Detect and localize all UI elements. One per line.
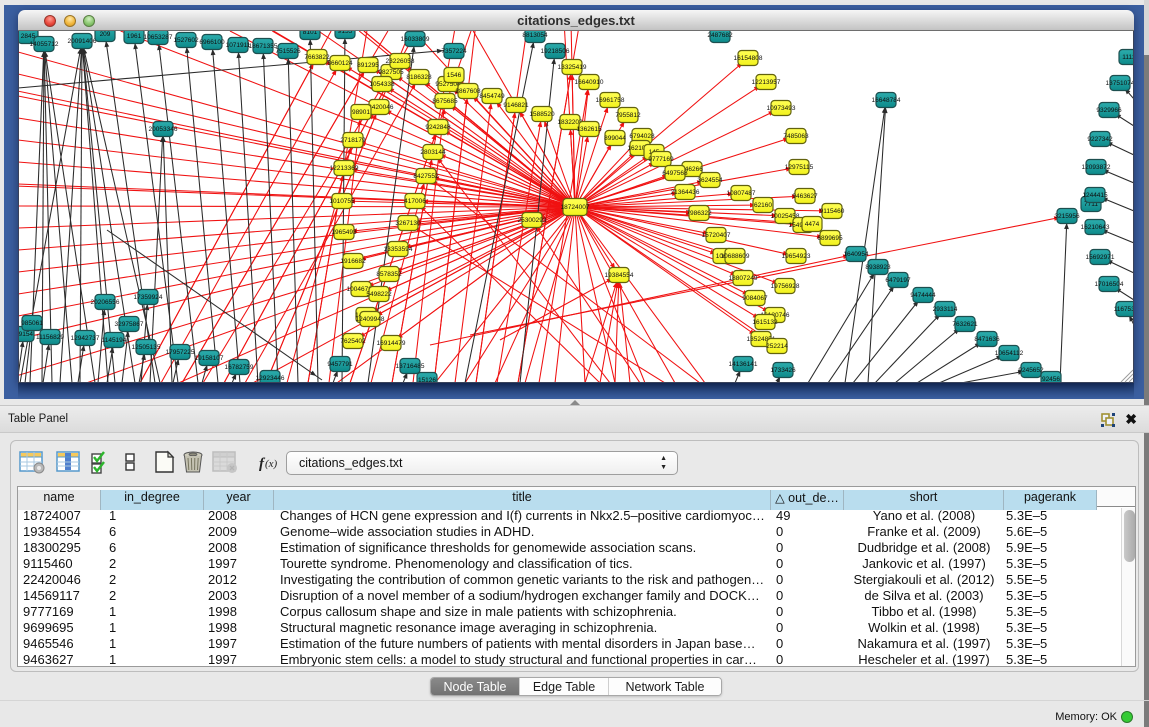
svg-text:(x): (x) <box>265 458 278 470</box>
